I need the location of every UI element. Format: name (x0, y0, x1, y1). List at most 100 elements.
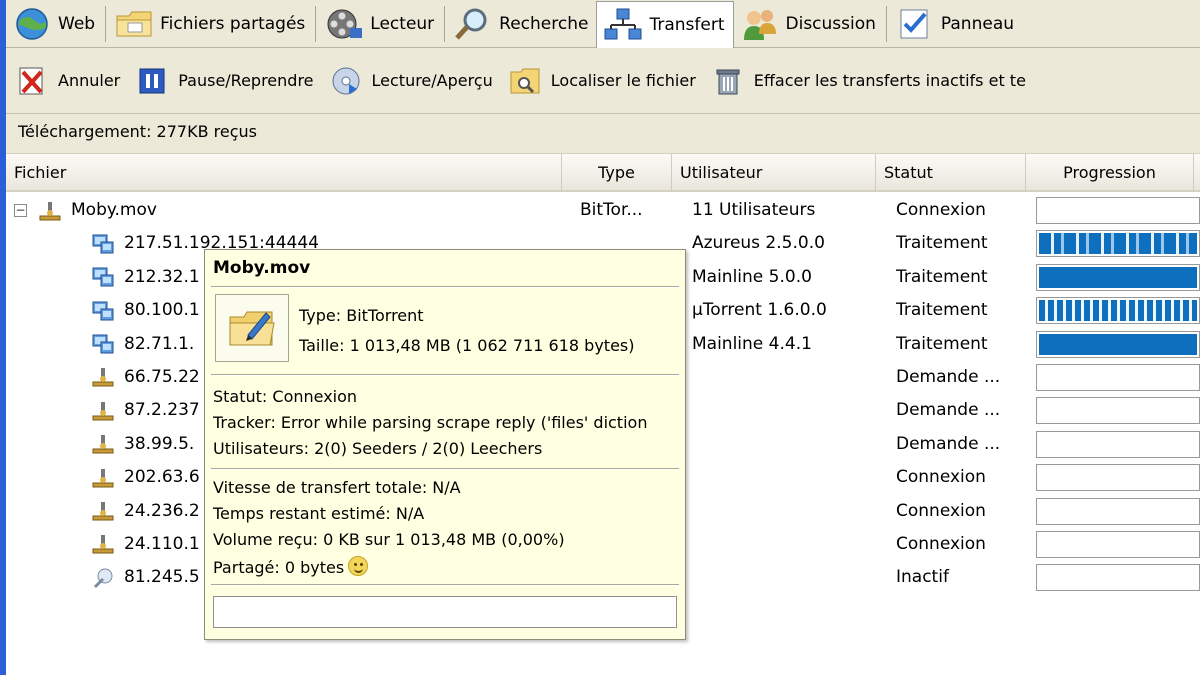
tooltip-users: Utilisateurs: 2(0) Seeders / 2(0) Leeche… (213, 439, 543, 458)
table-row-parent[interactable]: − Moby.mov BitTor... 11 Utilisateurs Con… (6, 194, 1200, 227)
progress-bar (1036, 330, 1200, 358)
status-cell: Demande ... (896, 400, 1001, 421)
locate-file-button[interactable]: Localiser le fichier (499, 48, 702, 114)
peer-connecting-icon (90, 532, 116, 556)
column-header-progress[interactable]: Progression (1026, 154, 1194, 192)
user-cell (692, 361, 882, 394)
tab-player[interactable]: Lecteur (318, 0, 442, 48)
pause-resume-button[interactable]: Pause/Reprendre (126, 48, 319, 114)
video-folder-icon (229, 311, 275, 346)
tooltip-progress-bar (213, 596, 677, 628)
magnifier-icon (451, 4, 495, 44)
status-cell: Demande ... (896, 366, 1001, 387)
column-header-user[interactable]: Utilisateur (672, 154, 876, 192)
folder-search-icon (505, 61, 545, 101)
tab-discussion[interactable]: Discussion (734, 0, 884, 48)
user-cell (692, 394, 882, 427)
user-cell (692, 561, 882, 594)
locate-file-label: Localiser le fichier (550, 71, 696, 90)
chat-people-icon (738, 4, 782, 44)
progress-bar (1036, 363, 1200, 391)
status-cell: Traitement (896, 333, 988, 354)
tooltip-status: Statut: Connexion (213, 387, 358, 406)
cancel-icon (12, 61, 52, 101)
peer-connecting-icon (90, 432, 116, 456)
tab-separator (444, 5, 446, 42)
progress-bar (1036, 464, 1200, 492)
tooltip-shared: Partagé: 0 bytes (213, 558, 345, 577)
file-name: Moby.mov (71, 200, 157, 220)
globe-icon (10, 4, 54, 44)
status-cell: Traitement (896, 300, 988, 321)
tab-label: Web (58, 13, 96, 34)
progress-fill (1039, 333, 1197, 355)
peer-inactive-icon (90, 566, 116, 590)
status-cell: Connexion (896, 500, 986, 521)
tooltip-eta: Temps restant estimé: N/A (213, 504, 425, 523)
user-cell: Mainline 5.0.0 (692, 266, 812, 287)
play-preview-label: Lecture/Aperçu (371, 71, 493, 90)
cancel-label: Annuler (58, 71, 121, 90)
play-preview-button[interactable]: Lecture/Aperçu (320, 48, 499, 114)
peer-address: 80.100.1 (124, 300, 200, 321)
tab-label: Recherche (499, 13, 589, 34)
peer-address: 82.71.1. (124, 333, 195, 354)
tooltip-received: Volume reçu: 0 KB sur 1 013,48 MB (0,00%… (213, 530, 565, 549)
clear-inactive-label: Effacer les transferts inactifs et te (753, 71, 1026, 90)
tooltip-divider (211, 286, 679, 288)
progress-fill (1039, 266, 1197, 288)
status-cell: Connexion (896, 467, 986, 488)
collapse-toggle-icon[interactable]: − (14, 204, 27, 217)
progress-fill (1039, 300, 1197, 322)
tooltip-divider (211, 374, 679, 376)
film-reel-icon (322, 4, 366, 44)
progress-bar (1036, 397, 1200, 425)
tab-panel[interactable]: Panneau (889, 0, 1022, 48)
column-header-status[interactable]: Statut (876, 154, 1026, 192)
tab-label: Lecteur (370, 13, 435, 34)
progress-bar (1036, 530, 1200, 558)
column-header-file[interactable]: Fichier (6, 154, 562, 192)
status-cell: Connexion (896, 200, 986, 220)
control-panel-icon (893, 4, 937, 44)
tab-web[interactable]: Web (6, 0, 103, 48)
peer-computer-icon (90, 265, 116, 289)
peer-address: 212.32.1 (124, 266, 200, 287)
progress-bar (1036, 297, 1200, 325)
disc-play-icon (326, 61, 366, 101)
peer-address: 24.236.2 (124, 500, 200, 521)
type-cell: BitTor... (580, 200, 643, 220)
pause-icon (132, 61, 172, 101)
tab-label: Fichiers partagés (160, 13, 306, 34)
user-cell (692, 495, 882, 528)
tooltip-shared-line: Partagé: 0 bytes (213, 556, 369, 577)
cancel-button[interactable]: Annuler (6, 48, 126, 114)
user-cell: Azureus 2.5.0.0 (692, 233, 825, 254)
tooltip-divider (211, 584, 679, 586)
tooltip-file-icon-box (215, 294, 289, 362)
tooltip-speed: Vitesse de transfert totale: N/A (213, 478, 461, 497)
main-tab-bar: Web Fichiers partagés Lecteur Recherche … (6, 0, 1200, 49)
peer-address: 24.110.1 (124, 533, 200, 554)
progress-bar (1036, 430, 1200, 458)
file-cell: − Moby.mov (14, 194, 574, 227)
transfer-table-header: Fichier Type Utilisateur Statut Progress… (6, 154, 1200, 192)
tab-label: Discussion (785, 13, 876, 34)
peer-connecting-icon (90, 466, 116, 490)
peer-computer-icon (90, 232, 116, 256)
tab-transfer[interactable]: Transfert (596, 0, 734, 49)
status-cell: Inactif (896, 567, 949, 588)
download-status-text: Téléchargement: 277KB reçus (6, 114, 1200, 154)
tab-separator (105, 5, 107, 42)
clear-inactive-button[interactable]: Effacer les transferts inactifs et te (702, 48, 1032, 114)
tab-separator (885, 5, 887, 42)
column-header-type[interactable]: Type (562, 154, 672, 192)
shared-folder-icon (112, 4, 156, 44)
user-cell: Mainline 4.4.1 (692, 333, 812, 354)
progress-bar (1036, 230, 1200, 258)
peer-connecting-icon (90, 365, 116, 389)
tab-shared-files[interactable]: Fichiers partagés (108, 0, 313, 48)
tab-search[interactable]: Recherche (447, 0, 596, 48)
status-cell: Demande ... (896, 433, 1001, 454)
tab-separator (315, 5, 317, 42)
